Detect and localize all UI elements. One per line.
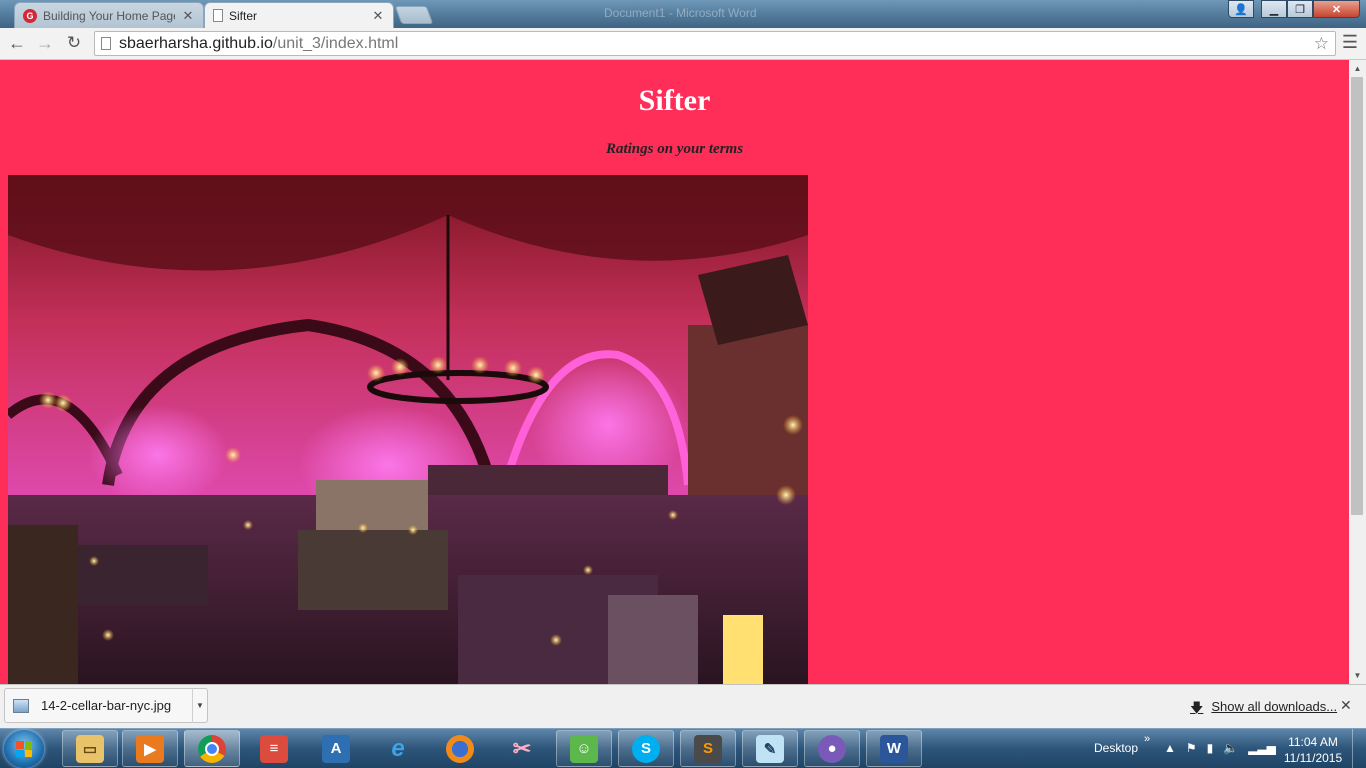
internet-explorer-icon: e xyxy=(391,734,405,762)
todoist-icon: ≡ xyxy=(260,734,288,763)
taskbar-media-player-button[interactable]: ▶ xyxy=(122,730,178,767)
tab-title: Building Your Home Page xyxy=(43,8,175,23)
web-page: Sifter Ratings on your terms xyxy=(0,60,1349,684)
page-scrollbar[interactable]: ▲ ▼ xyxy=(1349,60,1366,684)
clock-date: 11/11/2015 xyxy=(1283,751,1343,765)
system-clock[interactable]: 11:04 AM 11/11/2015 xyxy=(1282,734,1344,766)
maximize-button[interactable]: ❐ xyxy=(1287,0,1313,18)
taskbar-firefox-button[interactable] xyxy=(432,730,488,767)
page-icon xyxy=(101,37,111,50)
scroll-up-arrow-icon[interactable]: ▲ xyxy=(1349,60,1366,77)
download-shelf: 14-2-cellar-bar-nyc.jpg ▼ 🡇 Show all dow… xyxy=(0,684,1366,728)
action-center-flag-icon[interactable]: ⚑ xyxy=(1186,741,1197,755)
new-tab-button[interactable] xyxy=(394,6,434,24)
taskbar-explorer-button[interactable]: ▭ xyxy=(62,730,118,767)
minimize-button[interactable]: ▁ xyxy=(1261,0,1287,18)
chrome-icon xyxy=(198,734,226,763)
image-file-icon xyxy=(13,698,29,713)
address-bar[interactable]: sbaerharsha.github.io/unit_3/index.html … xyxy=(94,31,1336,56)
taskbar-word-button[interactable]: W xyxy=(866,730,922,767)
chevron-down-icon[interactable]: ▼ xyxy=(192,688,207,723)
reload-icon[interactable]: ↻ xyxy=(63,32,85,54)
volume-icon[interactable]: 🔈 xyxy=(1223,741,1238,755)
notepad-icon: ✎ xyxy=(756,734,784,763)
taskbar-skype-button[interactable]: S xyxy=(618,730,674,767)
browser-title-bar: G Building Your Home Page ✕ Sifter ✕ Doc… xyxy=(0,0,1366,28)
page-tagline: Ratings on your terms xyxy=(605,141,744,157)
word-icon: W xyxy=(880,734,908,763)
close-icon[interactable]: ✕ xyxy=(1340,697,1352,714)
bookmark-star-icon[interactable]: ☆ xyxy=(1314,34,1329,54)
windows-taskbar: ▭ ▶ ≡ A e ✂ ☺ S S ✎ ● W Desktop » ▲ ⚑ ▮ … xyxy=(0,728,1366,768)
start-button[interactable] xyxy=(4,730,44,768)
window-close-button[interactable]: ✕ xyxy=(1313,0,1360,18)
close-icon[interactable]: ✕ xyxy=(181,8,195,24)
github-favicon-icon: G xyxy=(23,8,37,23)
tab-title: Sifter xyxy=(229,8,258,23)
folder-icon: ▭ xyxy=(76,734,104,763)
tab-building-home-page[interactable]: G Building Your Home Page ✕ xyxy=(14,2,204,28)
taskbar-text-editor-button[interactable]: A xyxy=(308,730,364,767)
messenger-icon: ☺ xyxy=(570,734,598,763)
sublime-text-icon: S xyxy=(694,734,722,763)
tab-sifter[interactable]: Sifter ✕ xyxy=(204,2,394,28)
battery-icon[interactable]: ▮ xyxy=(1207,741,1214,755)
show-hidden-icons-icon[interactable]: ▲ xyxy=(1164,741,1176,755)
scroll-down-arrow-icon[interactable]: ▼ xyxy=(1349,667,1366,684)
skype-icon: S xyxy=(632,734,660,763)
taskbar-notepad-button[interactable]: ✎ xyxy=(742,730,798,767)
download-item[interactable]: 14-2-cellar-bar-nyc.jpg ▼ xyxy=(4,688,208,723)
url-path: /unit_3/index.html xyxy=(272,34,399,52)
back-arrow-icon[interactable]: ← xyxy=(6,32,28,54)
taskbar-github-button[interactable]: ● xyxy=(804,730,860,767)
taskbar-sublime-text-button[interactable]: S xyxy=(680,730,736,767)
download-file-name: 14-2-cellar-bar-nyc.jpg xyxy=(41,698,172,713)
taskbar-chrome-button[interactable] xyxy=(184,730,240,767)
system-tray: ▲ ⚑ ▮ 🔈 ▂▃▅ xyxy=(1164,741,1276,755)
scrollbar-thumb[interactable] xyxy=(1351,77,1363,515)
firefox-icon xyxy=(446,734,474,763)
background-window-title: Document1 - Microsoft Word xyxy=(604,6,757,20)
network-signal-icon[interactable]: ▂▃▅ xyxy=(1248,741,1276,755)
hamburger-menu-icon[interactable]: ☰ xyxy=(1340,32,1360,54)
forward-arrow-icon[interactable]: → xyxy=(34,32,56,54)
github-octocat-icon: ● xyxy=(818,734,846,763)
browser-toolbar: ← → ↻ sbaerharsha.github.io/unit_3/index… xyxy=(0,28,1366,60)
show-all-downloads-label: Show all downloads... xyxy=(1211,699,1338,714)
url-host: sbaerharsha.github.io xyxy=(119,34,273,52)
toolbar-chevron-icon[interactable]: » xyxy=(1144,733,1150,745)
clock-time: 11:04 AM xyxy=(1288,735,1338,749)
close-icon[interactable]: ✕ xyxy=(371,8,385,24)
taskbar-todoist-button[interactable]: ≡ xyxy=(246,730,302,767)
taskbar-snipping-tool-button[interactable]: ✂ xyxy=(494,730,550,767)
media-player-icon: ▶ xyxy=(136,734,164,763)
text-editor-icon: A xyxy=(322,734,350,763)
user-profile-button[interactable]: 👤 xyxy=(1228,0,1254,18)
download-arrow-icon: 🡇 xyxy=(1190,700,1204,715)
page-favicon-icon xyxy=(213,9,223,22)
show-all-downloads-link[interactable]: 🡇 Show all downloads... xyxy=(1190,699,1337,721)
show-desktop-button[interactable] xyxy=(1352,729,1366,768)
windows-logo-icon xyxy=(16,741,32,757)
snipping-tool-icon: ✂ xyxy=(512,735,532,761)
page-title: Sifter xyxy=(638,84,711,117)
cellar-bar-photo xyxy=(8,175,808,684)
desktop-toolbar-label[interactable]: Desktop xyxy=(1094,741,1138,755)
taskbar-internet-explorer-button[interactable]: e xyxy=(370,730,426,767)
taskbar-messenger-button[interactable]: ☺ xyxy=(556,730,612,767)
